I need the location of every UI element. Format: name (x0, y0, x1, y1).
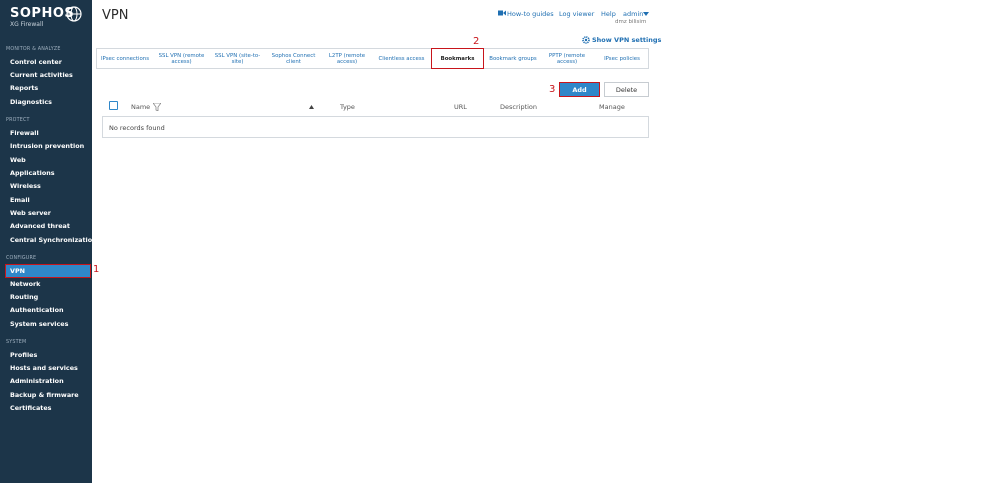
tab-ssl-vpn-remote[interactable]: SSL VPN (remote access) (154, 49, 209, 68)
section-monitor: MONITOR & ANALYZE (6, 47, 61, 52)
user-subtitle: dmz bilisim (615, 19, 647, 25)
sidebar-item-wireless[interactable]: Wireless (6, 180, 90, 192)
sidebar-item-email[interactable]: Email (6, 194, 90, 206)
col-type[interactable]: Type (340, 103, 355, 111)
brand-product: XG Firewall (10, 21, 44, 28)
table-header: Name Type URL Description Manage (102, 101, 649, 113)
sidebar-item-advanced-threat[interactable]: Advanced threat (6, 220, 90, 232)
brand-logo: SOPHOS (10, 6, 75, 21)
sidebar-item-authentication[interactable]: Authentication (6, 304, 90, 316)
col-manage: Manage (599, 103, 625, 111)
filter-icon[interactable] (153, 103, 161, 111)
gear-icon (582, 36, 590, 44)
show-vpn-settings-link[interactable]: Show VPN settings (592, 36, 661, 44)
chevron-down-icon (643, 12, 649, 16)
col-description[interactable]: Description (500, 103, 537, 111)
bookmarks-table-body: No records found (102, 116, 649, 138)
sidebar-item-system-services[interactable]: System services (6, 318, 90, 330)
sidebar-item-profiles[interactable]: Profiles (6, 349, 90, 361)
sidebar-item-reports[interactable]: Reports (6, 82, 90, 94)
sidebar-item-web-server[interactable]: Web server (6, 207, 90, 219)
tab-sophos-connect[interactable]: Sophos Connect client (266, 49, 321, 68)
tab-clientless-access[interactable]: Clientless access (374, 49, 429, 68)
sidebar-item-administration[interactable]: Administration (6, 375, 90, 387)
sidebar-item-certificates[interactable]: Certificates (6, 402, 90, 414)
sidebar-item-routing[interactable]: Routing (6, 291, 90, 303)
log-viewer-link[interactable]: Log viewer (559, 10, 594, 18)
section-configure: CONFIGURE (6, 256, 37, 261)
page-title: VPN (102, 8, 129, 23)
tab-ipsec-policies[interactable]: IPsec policies (596, 49, 648, 68)
admin-menu[interactable]: admin (623, 10, 643, 18)
help-link[interactable]: Help (601, 10, 616, 18)
sort-ascending-icon[interactable] (309, 105, 314, 109)
add-button[interactable]: Add (559, 82, 600, 97)
tab-ssl-vpn-site[interactable]: SSL VPN (site-to-site) (210, 49, 265, 68)
video-icon (498, 10, 506, 16)
sidebar-item-central-sync[interactable]: Central Synchronization (6, 234, 97, 246)
sidebar-item-network[interactable]: Network (6, 278, 90, 290)
sidebar-item-current-activities[interactable]: Current activities (6, 69, 90, 81)
delete-button[interactable]: Delete (604, 82, 649, 97)
col-name[interactable]: Name (131, 103, 150, 111)
sidebar-item-diagnostics[interactable]: Diagnostics (6, 96, 90, 108)
empty-message: No records found (109, 124, 165, 132)
tab-ipsec-connections[interactable]: IPsec connections (97, 49, 153, 68)
sidebar-item-intrusion-prevention[interactable]: Intrusion prevention (6, 140, 90, 152)
globe-icon (66, 6, 82, 22)
sidebar-item-web[interactable]: Web (6, 154, 90, 166)
vpn-tab-bar: IPsec connections SSL VPN (remote access… (96, 48, 649, 69)
sidebar-item-applications[interactable]: Applications (6, 167, 90, 179)
sidebar-item-hosts-services[interactable]: Hosts and services (6, 362, 90, 374)
section-system: SYSTEM (6, 340, 27, 345)
section-protect: PROTECT (6, 118, 30, 123)
tab-bookmarks[interactable]: Bookmarks (431, 48, 484, 69)
sidebar-item-control-center[interactable]: Control center (6, 56, 90, 68)
howto-link[interactable]: How-to guides (507, 10, 554, 18)
sidebar-item-vpn[interactable]: VPN (5, 264, 91, 278)
annotation-3: 3 (549, 84, 556, 95)
sidebar-item-backup-firmware[interactable]: Backup & firmware (6, 389, 90, 401)
sidebar: SOPHOS XG Firewall MONITOR & ANALYZE Con… (0, 0, 97, 483)
annotation-2: 2 (473, 36, 480, 47)
tab-l2tp[interactable]: L2TP (remote access) (322, 49, 372, 68)
tab-bookmark-groups[interactable]: Bookmark groups (487, 49, 539, 68)
main-content: VPN How-to guides Log viewer Help admin … (92, 0, 981, 483)
sidebar-item-firewall[interactable]: Firewall (6, 127, 90, 139)
col-url[interactable]: URL (454, 103, 467, 111)
tab-pptp[interactable]: PPTP (remote access) (542, 49, 592, 68)
